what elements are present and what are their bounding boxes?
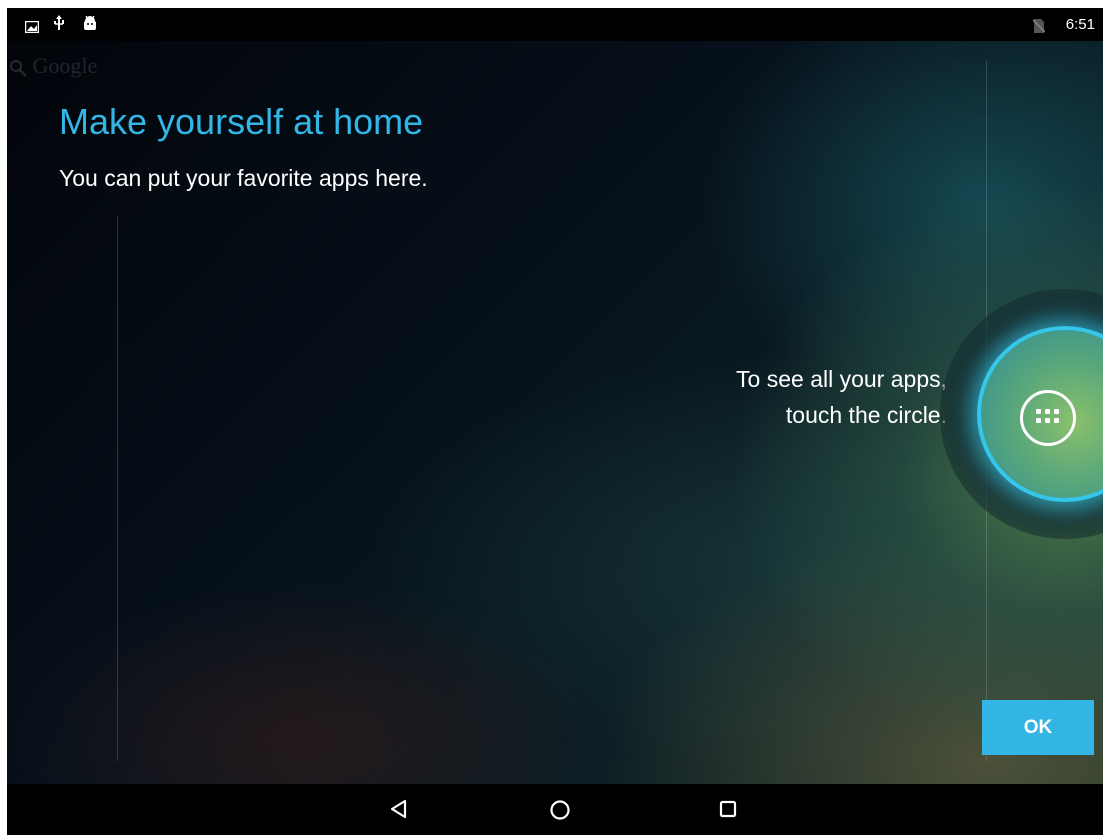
recents-button[interactable] xyxy=(706,793,750,827)
google-search-label: Google xyxy=(32,53,98,78)
recents-icon xyxy=(719,800,737,818)
status-clock: 6:51 xyxy=(1065,16,1095,33)
workspace-edge-left xyxy=(117,216,118,761)
device-screen: 6:51 Google Make yourself at home You ca… xyxy=(7,8,1103,835)
search-icon xyxy=(9,53,33,78)
google-search-bar: Google xyxy=(9,53,97,79)
no-sim-icon xyxy=(1032,18,1046,37)
home-wallpaper: Google Make yourself at home You can put… xyxy=(7,41,1103,784)
cling-subtitle: You can put your favorite apps here. xyxy=(59,165,428,191)
home-button[interactable] xyxy=(538,793,582,827)
back-button[interactable] xyxy=(377,793,421,827)
ok-button[interactable]: OK xyxy=(982,700,1094,755)
gallery-icon xyxy=(24,18,40,37)
back-icon xyxy=(390,799,407,819)
cling-title: Make yourself at home xyxy=(59,101,424,142)
usb-icon xyxy=(53,15,65,35)
all-apps-hint: To see all your apps, touch the circle. xyxy=(736,366,947,428)
android-debug-icon xyxy=(83,15,97,35)
home-icon xyxy=(550,800,570,820)
all-apps-icon xyxy=(1036,409,1060,427)
status-bar: 6:51 xyxy=(7,8,1103,41)
navigation-bar xyxy=(7,784,1103,835)
all-apps-button[interactable] xyxy=(1020,390,1076,446)
